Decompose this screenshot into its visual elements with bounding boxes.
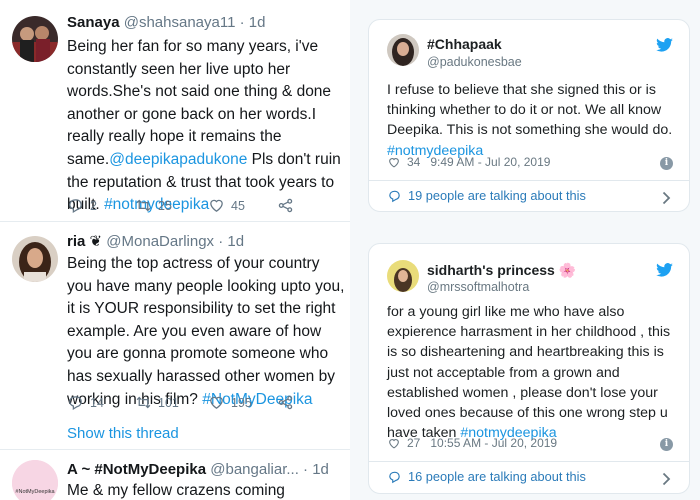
- embedded-tweet-card[interactable]: #Chhapaak @padukonesbae I refuse to beli…: [368, 19, 690, 212]
- avatar[interactable]: #NotMyDeepika: [12, 460, 58, 500]
- tweet-text: I refuse to believe that she signed this…: [387, 80, 683, 161]
- tweet-text: Me & my fellow crazens coming together: [67, 482, 285, 499]
- heart-icon: [210, 396, 223, 409]
- share-icon: [278, 198, 293, 213]
- tweet-text: for a young girl like me who have also e…: [387, 302, 683, 443]
- tweet-time[interactable]: · 1d: [240, 14, 266, 31]
- tweet-time[interactable]: · 1d: [218, 233, 244, 250]
- retweet-button[interactable]: 101: [135, 394, 179, 411]
- retweet-count: 25: [158, 198, 172, 213]
- display-name[interactable]: sidharth's princess: [427, 262, 555, 278]
- heart-icon: [210, 199, 223, 212]
- tweet-item[interactable]: Sanaya @shahsanaya11 · 1d Being her fan …: [0, 0, 350, 222]
- avatar[interactable]: [12, 236, 58, 282]
- tweet-text: Being her fan for so many years, i've co…: [67, 36, 345, 217]
- reply-button[interactable]: 14: [67, 394, 104, 411]
- tweet-header: ria ❦ @MonaDarlingx · 1d: [67, 232, 244, 250]
- retweet-icon: [136, 396, 151, 409]
- mention-link[interactable]: @deepikapadukone: [109, 151, 247, 168]
- reply-count: 2: [90, 198, 97, 213]
- info-icon[interactable]: i: [660, 438, 673, 451]
- embedded-tweets-panel: #Chhapaak @padukonesbae I refuse to beli…: [350, 0, 700, 500]
- reply-icon: [389, 471, 400, 483]
- flower-emoji: 🌸: [558, 263, 577, 279]
- timeline-panel: Sanaya @shahsanaya11 · 1d Being her fan …: [0, 0, 350, 500]
- twitter-bird-icon[interactable]: [656, 38, 673, 52]
- reply-count: 14: [90, 395, 104, 410]
- chevron-right-icon[interactable]: [662, 472, 671, 486]
- user-handle[interactable]: @mrssoftmalhotra: [427, 280, 529, 294]
- tweet-item[interactable]: #NotMyDeepika A ~ #NotMyDeepika @bangali…: [0, 450, 350, 500]
- user-handle[interactable]: @bangaliar...: [210, 461, 299, 478]
- embedded-tweet-card[interactable]: sidharth's princess 🌸 @mrssoftmalhotra f…: [368, 243, 690, 494]
- tweet-actions: 2 25 45: [67, 197, 337, 215]
- like-button[interactable]: 45: [208, 197, 245, 214]
- tweet-item[interactable]: ria ❦ @MonaDarlingx · 1d Being the top a…: [0, 222, 350, 450]
- tweet-text-part: I refuse to believe that she signed this…: [387, 82, 673, 139]
- tweet-header: Sanaya @shahsanaya11 · 1d: [67, 14, 265, 31]
- tweet-header: A ~ #NotMyDeepika @bangaliar... · 1d: [67, 461, 329, 478]
- like-count: 27: [407, 436, 421, 450]
- user-handle[interactable]: @MonaDarlingx: [106, 233, 214, 250]
- divider: [369, 180, 689, 181]
- avatar[interactable]: [387, 34, 419, 66]
- tweet-timestamp[interactable]: 9:49 AM - Jul 20, 2019: [430, 155, 550, 169]
- share-button[interactable]: [277, 394, 294, 411]
- tweet-text-part: Being her fan for so many years, i've co…: [67, 38, 332, 168]
- tweet-text: Being the top actress of your country yo…: [67, 253, 345, 411]
- avatar[interactable]: [12, 16, 58, 62]
- tweet-text-part: Being the top actress of your country yo…: [67, 255, 345, 408]
- show-thread-link[interactable]: Show this thread: [67, 425, 179, 442]
- display-name-row: sidharth's princess 🌸: [427, 262, 576, 279]
- like-button[interactable]: 195: [208, 394, 252, 411]
- reply-icon: [69, 199, 82, 214]
- tweet-meta: 27 10:55 AM - Jul 20, 2019: [387, 436, 557, 450]
- divider: [369, 461, 689, 462]
- info-icon[interactable]: i: [660, 157, 673, 170]
- like-count: 45: [231, 198, 245, 213]
- people-talking-link[interactable]: 19 people are talking about this: [387, 188, 586, 203]
- reply-button[interactable]: 2: [67, 197, 97, 214]
- avatar[interactable]: [387, 260, 419, 292]
- reply-icon: [389, 190, 400, 202]
- reply-icon: [69, 396, 82, 411]
- tweet-meta: 34 9:49 AM - Jul 20, 2019: [387, 155, 550, 169]
- share-icon: [278, 395, 293, 410]
- tweet-timestamp[interactable]: 10:55 AM - Jul 20, 2019: [430, 436, 557, 450]
- people-talking-link[interactable]: 16 people are talking about this: [387, 469, 586, 484]
- heart-icon[interactable]: [387, 156, 401, 169]
- like-count: 195: [231, 395, 252, 410]
- twitter-bird-icon[interactable]: [656, 263, 673, 277]
- heart-icon[interactable]: [387, 437, 401, 450]
- chevron-right-icon[interactable]: [662, 191, 671, 205]
- retweet-icon: [136, 199, 151, 212]
- tweet-text-part: for a young girl like me who have also e…: [387, 304, 671, 442]
- share-button[interactable]: [277, 197, 294, 214]
- people-talking-text: 16 people are talking about this: [408, 469, 586, 484]
- name-badge: ❦: [89, 233, 103, 250]
- people-talking-text: 19 people are talking about this: [408, 188, 586, 203]
- user-handle[interactable]: @padukonesbae: [427, 55, 522, 69]
- display-name[interactable]: #Chhapaak: [427, 36, 502, 52]
- user-handle[interactable]: @shahsanaya11: [124, 14, 236, 31]
- tweet-actions: 14 101 195: [67, 394, 337, 412]
- retweet-button[interactable]: 25: [135, 197, 172, 214]
- retweet-count: 101: [158, 395, 179, 410]
- like-count: 34: [407, 155, 421, 169]
- tweet-time[interactable]: · 1d: [303, 461, 329, 478]
- display-name[interactable]: A ~ #NotMyDeepika: [67, 461, 206, 478]
- avatar-text: #NotMyDeepika: [15, 489, 55, 495]
- display-name[interactable]: ria: [67, 233, 85, 250]
- display-name[interactable]: Sanaya: [67, 14, 120, 31]
